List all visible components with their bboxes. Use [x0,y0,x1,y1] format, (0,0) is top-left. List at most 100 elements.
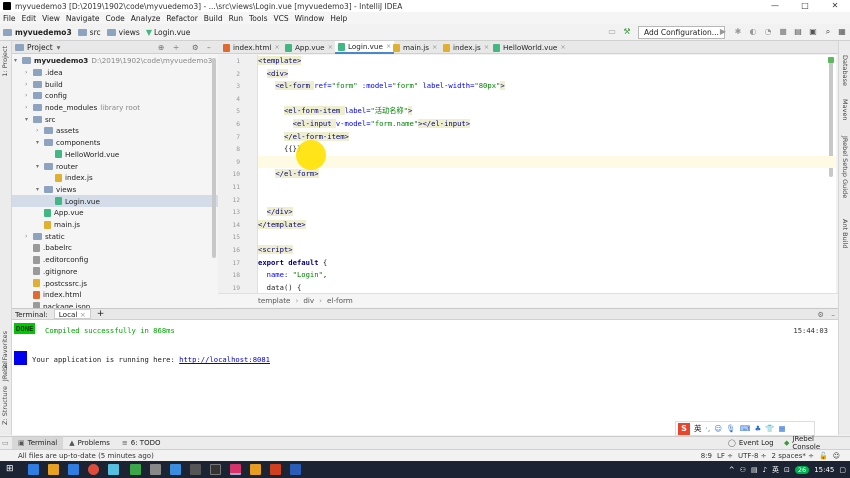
tree-item[interactable]: › node_modules library root [12,102,218,114]
stop-icon[interactable]: ■ [778,27,788,37]
ant-build-tool-tab[interactable]: Ant Build [841,219,849,249]
maximize-button[interactable]: □ [790,0,820,12]
tool-tab-event-log[interactable]: ◯ Event Log [722,437,780,450]
project-structure-icon[interactable]: ▤ [793,27,803,37]
breadcrumb-el-form[interactable]: el-form [327,296,353,305]
tool-tab-jrebel-console[interactable]: ◆ JRebel Console [778,435,850,451]
toolbox-icon[interactable]: ▦ [779,424,786,433]
menu-refactor[interactable]: Refactor [163,14,200,23]
run-icon[interactable]: ▶ [718,27,728,37]
expand-arrow-icon[interactable]: ▾ [36,186,44,193]
menu-view[interactable]: View [39,14,63,23]
terminal-app-icon[interactable] [210,464,221,475]
app-icon-8[interactable] [170,464,181,475]
tray-app-icon[interactable]: ⚇ [740,466,746,474]
status-message[interactable]: All files are up-to-date (5 minutes ago) [18,452,154,460]
tree-item[interactable]: .editorconfig [12,254,218,266]
tree-item[interactable]: › assets [12,125,218,137]
new-terminal-button[interactable]: + [97,309,105,319]
editor-tab[interactable]: HelloWorld.vue × [490,41,569,54]
profile-icon[interactable]: ◔ [763,27,773,37]
close-tab-icon[interactable]: × [484,41,489,54]
tree-item[interactable]: index.js [12,172,218,184]
tree-item[interactable]: .gitignore [12,266,218,278]
jrebel-tool-tab[interactable]: JRebel [1,361,9,381]
build-hammer-icon[interactable]: ⚒ [622,27,632,37]
tree-item[interactable]: main.js [12,219,218,231]
tree-item[interactable]: .postcssrc.js [12,277,218,289]
tree-item[interactable]: › build [12,78,218,90]
breadcrumb-div[interactable]: div [303,296,314,305]
app-icon-5[interactable] [108,464,119,475]
word-icon[interactable] [290,464,301,475]
editor-tab[interactable]: main.js × [390,41,440,54]
chrome-icon[interactable] [88,464,99,475]
maven-tool-tab[interactable]: Maven [841,99,849,121]
expand-arrow-icon[interactable]: ▾ [14,57,22,64]
hide-icon[interactable]: – [831,310,835,319]
crumb-file[interactable]: ▼ Login.vue [143,28,194,37]
tray-app2-icon[interactable]: ⊡ [784,466,790,474]
project-panel-title[interactable]: Project [27,43,53,52]
expand-arrow-icon[interactable]: › [25,233,33,240]
expand-arrow-icon[interactable]: ▾ [36,139,44,146]
editor-tab[interactable]: App.vue × [282,41,336,54]
app-icon-7[interactable] [150,464,161,475]
search-icon[interactable]: ⌕ [823,27,833,37]
intellij-app-icon[interactable] [230,464,241,475]
coverage-icon[interactable]: ◐ [748,27,758,37]
tree-item[interactable]: › static [12,231,218,243]
menu-code[interactable]: Code [103,14,128,23]
emoji-icon[interactable]: ☺ [714,424,722,433]
layout-icon[interactable]: ▭ [607,27,617,37]
keyboard-icon[interactable]: ⌨ [740,424,751,433]
terminal-tab-local[interactable]: Local × [53,309,91,319]
menu-edit[interactable]: Edit [19,14,40,23]
expand-arrow-icon[interactable]: › [25,69,33,76]
close-tab-icon[interactable]: × [328,41,333,54]
close-icon[interactable]: × [80,310,86,319]
expand-arrow-icon[interactable]: › [36,127,44,134]
code-editor[interactable]: <template> <div> <el-form ref="form" :mo… [258,55,836,293]
close-tab-icon[interactable]: × [432,41,437,54]
menu-run[interactable]: Run [226,14,246,23]
debug-icon[interactable]: ✱ [733,27,743,37]
expand-arrow-icon[interactable]: › [25,104,33,111]
gear-icon[interactable]: ⚙ [818,310,824,319]
tree-item[interactable]: › .idea [12,67,218,79]
action-center-icon[interactable]: ▢ [839,466,846,474]
add-configuration-button[interactable]: Add Configuration... [638,26,725,39]
collapse-icon[interactable]: ÷ [173,43,179,52]
app-icon-3[interactable] [68,464,79,475]
tree-item[interactable]: Login.vue [12,195,218,207]
menu-window[interactable]: Window [292,14,328,23]
tree-item[interactable]: ▾ router [12,160,218,172]
sdk-icon[interactable]: ▣ [808,27,818,37]
sogou-logo[interactable]: S [678,422,690,435]
menu-analyze[interactable]: Analyze [128,14,164,23]
crumb-project[interactable]: myvuedemo3 [0,28,75,37]
hide-icon[interactable]: – [207,43,211,52]
inspection-ok-icon[interactable] [828,57,834,63]
gear-icon[interactable]: ⚙ [192,43,199,52]
database-tool-tab[interactable]: Database [841,55,849,86]
tray-ime-language[interactable]: 英 [772,465,779,475]
toolbox-icon[interactable]: ▦ [837,27,847,37]
crumb-views[interactable]: views [104,28,143,37]
breadcrumb-template[interactable]: template [258,296,290,305]
chevron-down-icon[interactable]: ▾ [57,43,61,52]
tree-scrollbar[interactable] [212,58,216,258]
menu-tools[interactable]: Tools [246,14,270,23]
jrebel-setup-tool-tab[interactable]: JRebel Setup Guide [841,136,849,198]
tree-item[interactable]: HelloWorld.vue [12,149,218,161]
punctuation-icon[interactable]: ·, [706,424,711,433]
expand-arrow-icon[interactable]: › [25,81,33,88]
tree-item[interactable]: package.json [12,301,218,308]
volume-icon[interactable]: ♪ [763,466,767,474]
tree-item[interactable]: ▾ views [12,184,218,196]
shirt-icon[interactable]: 👕 [765,424,774,433]
tree-item[interactable]: › config [12,90,218,102]
localhost-link[interactable]: http://localhost:8081 [179,355,270,364]
expand-arrow-icon[interactable]: ▾ [25,116,33,123]
close-tab-icon[interactable]: × [560,41,565,54]
